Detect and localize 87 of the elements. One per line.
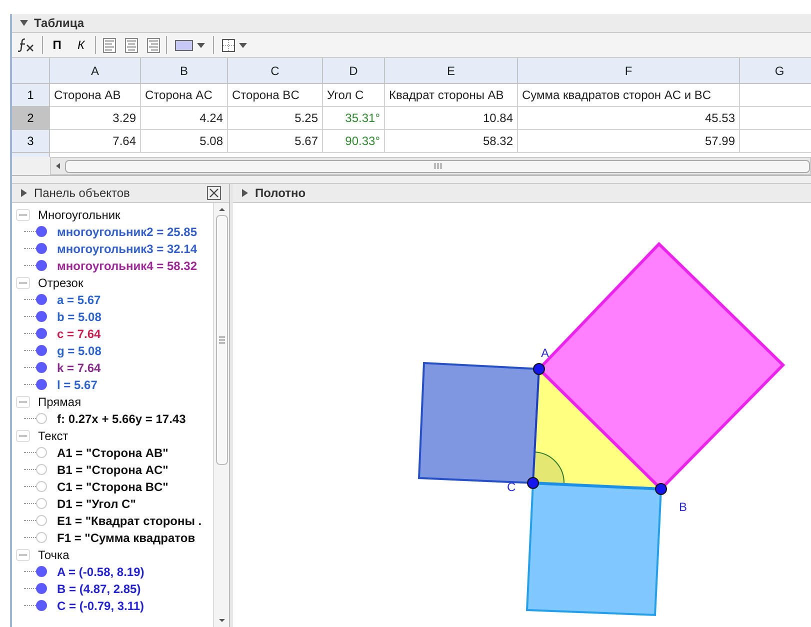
- group-label[interactable]: Прямая: [38, 392, 82, 410]
- object-entry[interactable]: a = 5.67: [57, 290, 101, 308]
- object-entry[interactable]: B1 = "Сторона AC": [57, 460, 168, 478]
- point-label: B: [679, 500, 688, 514]
- table-cell: Сумма квадратов сторон AC и BC: [518, 84, 740, 107]
- column-header[interactable]: G: [740, 58, 811, 84]
- table-cell: 90.33°: [323, 130, 385, 153]
- object-entry[interactable]: b = 5.08: [57, 308, 102, 326]
- align-left-button[interactable]: [100, 35, 118, 55]
- grip-icon: [434, 163, 442, 169]
- object-entry[interactable]: E1 = "Квадрат стороны .: [57, 512, 202, 530]
- object-entry[interactable]: l = 5.67: [57, 376, 98, 394]
- caret-icon: [239, 42, 247, 48]
- point-label: C: [507, 480, 516, 494]
- group-label[interactable]: Отрезок: [38, 274, 84, 292]
- panel-title: Таблица: [34, 15, 84, 32]
- table-cell: 7.64: [50, 130, 141, 153]
- grip-icon: [218, 336, 224, 344]
- collapse-icon[interactable]: [16, 396, 30, 408]
- table-cell: 3.29: [50, 107, 141, 130]
- column-header[interactable]: A: [50, 58, 141, 84]
- table-cell: 45.53: [518, 107, 740, 130]
- group-label[interactable]: Точка: [38, 546, 70, 564]
- object-entry[interactable]: многоугольник2 = 25.85: [57, 222, 198, 240]
- collapse-icon[interactable]: [16, 208, 30, 220]
- horizontal-scrollbar[interactable]: [50, 157, 811, 175]
- scrollbar-thumb[interactable]: [65, 160, 810, 172]
- panel-title: Полотно: [255, 185, 306, 202]
- column-header[interactable]: C: [228, 58, 323, 84]
- table-cell: Квадрат стороны AB: [385, 84, 518, 107]
- collapse-icon[interactable]: [16, 548, 30, 560]
- row-header[interactable]: 2: [12, 107, 50, 130]
- table-cell: 5.08: [141, 130, 228, 153]
- row-header[interactable]: 1: [12, 84, 50, 107]
- object-entry[interactable]: g = 5.08: [57, 342, 102, 360]
- column-header[interactable]: E: [385, 58, 518, 84]
- group-label[interactable]: Многоугольник: [38, 206, 120, 224]
- pythagoras-drawing[interactable]: [418, 242, 786, 616]
- close-icon[interactable]: [207, 186, 221, 200]
- group-label[interactable]: Текст: [38, 426, 68, 444]
- scrollbar-thumb[interactable]: [216, 215, 228, 465]
- panel-title: Панель объектов: [34, 185, 131, 202]
- expand-triangle-icon[interactable]: [241, 189, 249, 197]
- object-entry[interactable]: A1 = "Сторона AB": [57, 444, 168, 462]
- expand-triangle-icon[interactable]: [20, 189, 28, 197]
- collapse-triangle-icon[interactable]: [20, 19, 28, 27]
- italic-button[interactable]: К: [71, 35, 91, 55]
- column-header[interactable]: F: [518, 58, 740, 84]
- table-cell: 4.24: [141, 107, 228, 130]
- table-cell: Сторона AC: [141, 84, 228, 107]
- object-entry[interactable]: B = (4.87, 2.85): [57, 580, 141, 598]
- border-grid-icon: [222, 38, 235, 52]
- object-entry[interactable]: f: 0.27x + 5.66y = 17.43: [57, 410, 186, 428]
- object-entry[interactable]: C1 = "Сторона BC": [57, 478, 168, 496]
- caret-icon: [197, 42, 205, 48]
- column-header[interactable]: B: [141, 58, 228, 84]
- row-header[interactable]: 3: [12, 130, 50, 153]
- table-cell: Сторона AB: [50, 84, 141, 107]
- vertical-scrollbar[interactable]: [213, 203, 229, 627]
- object-entry[interactable]: c = 7.64: [57, 324, 101, 342]
- collapse-icon[interactable]: [16, 276, 30, 288]
- object-entry[interactable]: D1 = "Угол C": [57, 494, 136, 512]
- object-entry[interactable]: A = (-0.58, 8.19): [57, 562, 144, 580]
- collapse-icon[interactable]: [16, 430, 30, 442]
- object-entry[interactable]: F1 = "Сумма квадратов: [57, 528, 196, 546]
- function-icon: [18, 38, 36, 52]
- table-cell: Сторона BC: [228, 84, 323, 107]
- object-entry[interactable]: k = 7.64: [57, 358, 101, 376]
- table-cell: 5.25: [228, 107, 323, 130]
- object-entry[interactable]: многоугольник3 = 32.14: [57, 240, 198, 258]
- point-label: A: [541, 346, 550, 360]
- object-entry[interactable]: многоугольник4 = 58.32: [57, 256, 198, 274]
- color-swatch-icon: [175, 40, 193, 50]
- table-cell: Угол C: [323, 84, 385, 107]
- table-cell: 58.32: [385, 130, 518, 153]
- align-right-icon: [146, 38, 160, 52]
- align-right-button[interactable]: [144, 35, 162, 55]
- align-left-icon: [102, 38, 116, 52]
- align-center-button[interactable]: [122, 35, 140, 55]
- column-header[interactable]: D: [323, 58, 385, 84]
- table-cell: 35.31°: [323, 107, 385, 130]
- object-entry[interactable]: C = (-0.79, 3.11): [57, 596, 144, 614]
- table-cell: 57.99: [518, 130, 740, 153]
- bold-button[interactable]: П: [47, 35, 67, 55]
- table-cell: 10.84: [385, 107, 518, 130]
- table-cell: 5.67: [228, 130, 323, 153]
- align-center-icon: [124, 38, 138, 52]
